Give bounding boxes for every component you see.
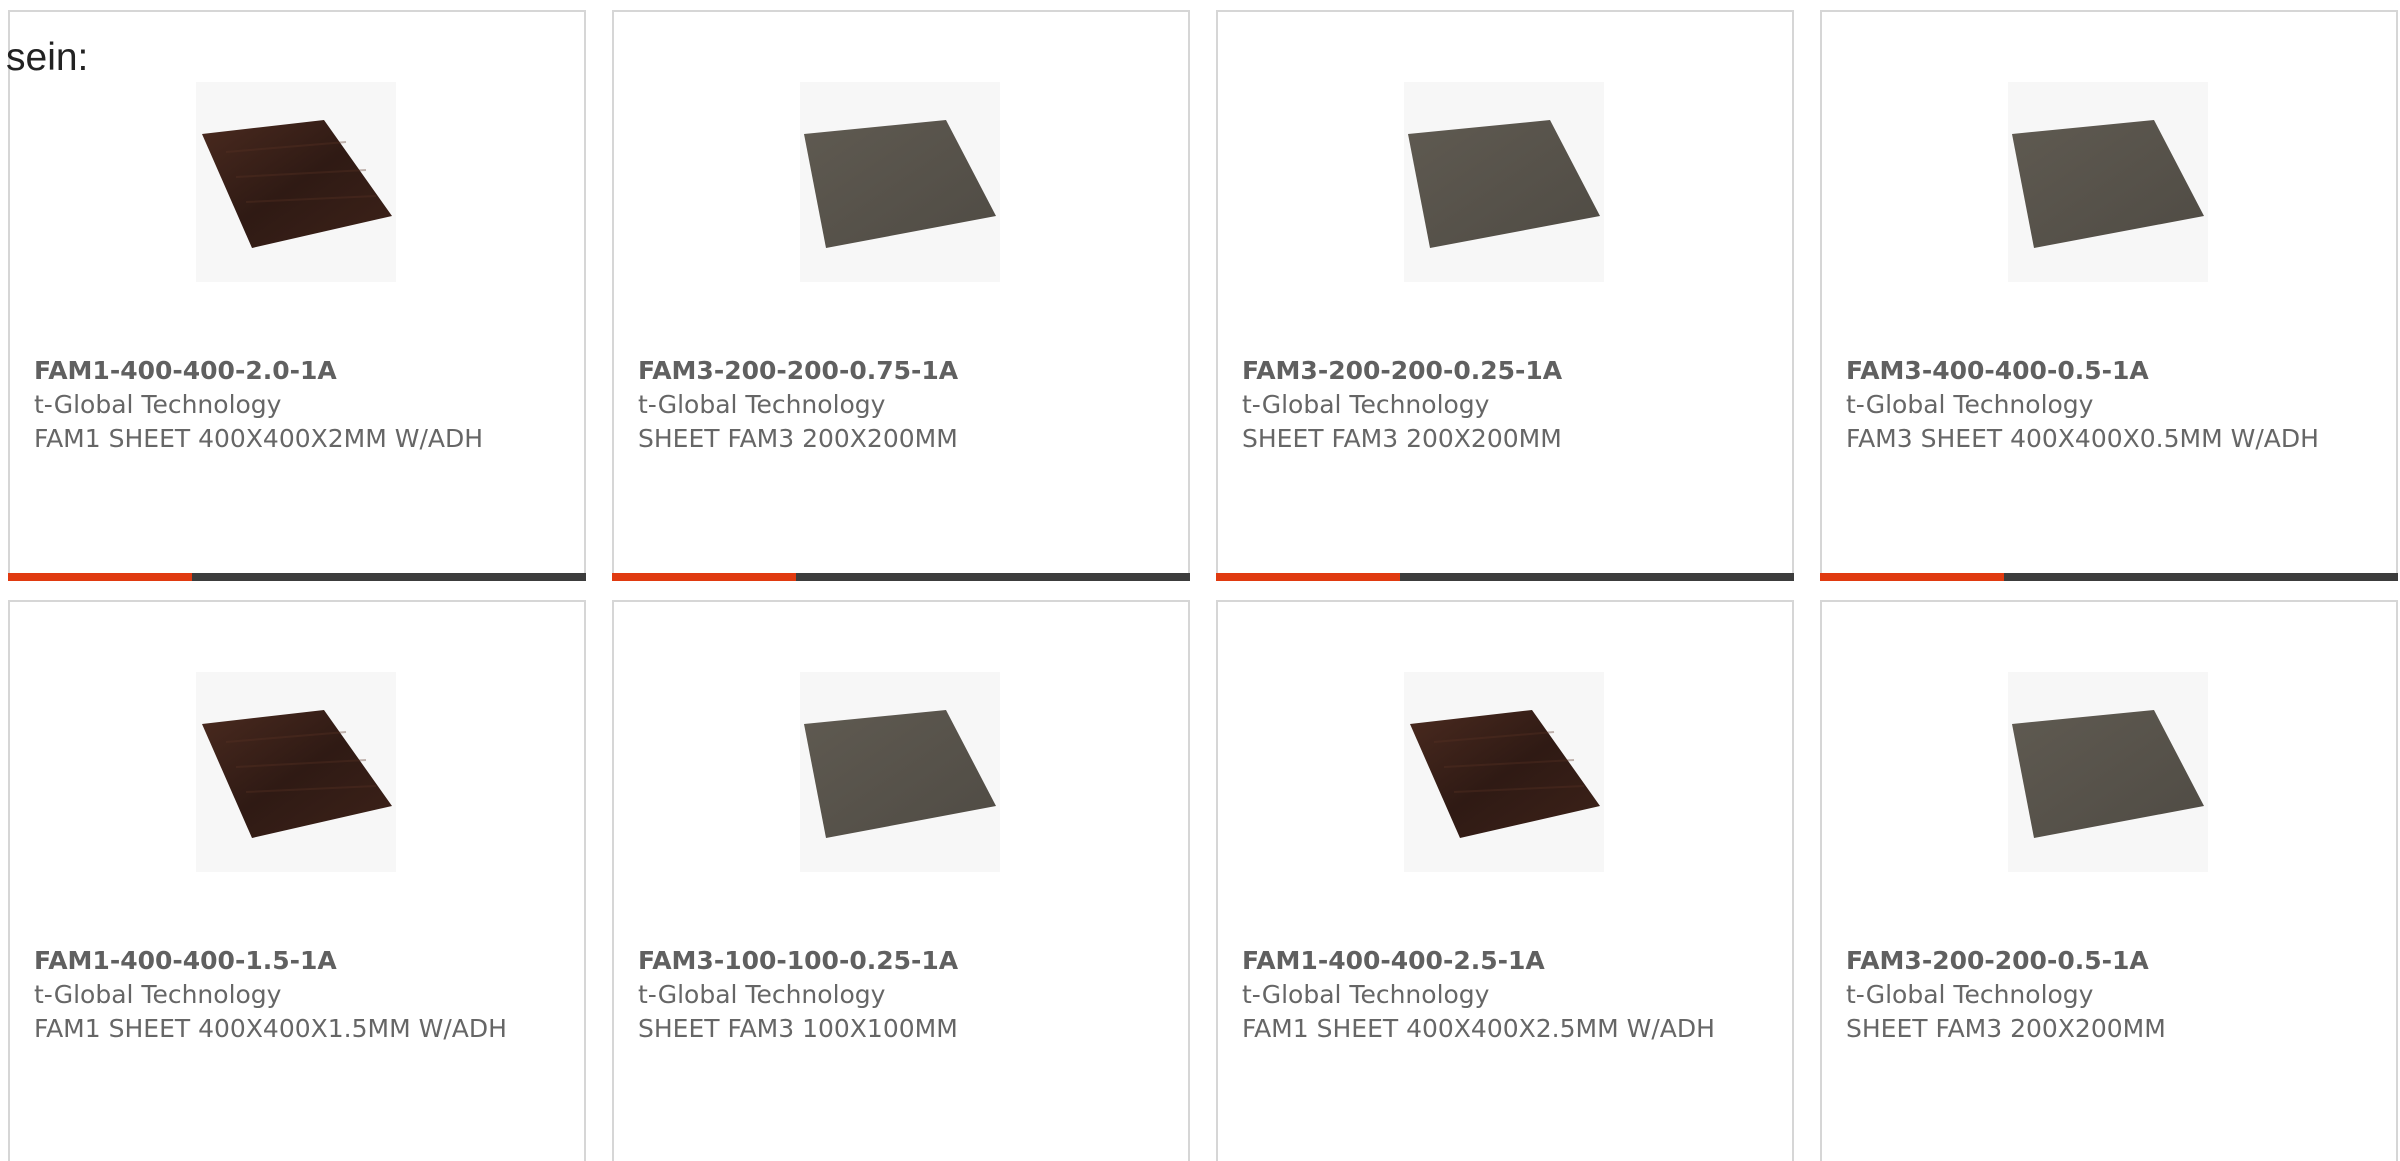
part-number[interactable]: FAM3-400-400-0.5-1A [1846,354,2366,388]
part-number[interactable]: FAM1-400-400-2.0-1A [34,354,554,388]
product-thumbnail[interactable] [800,82,1000,282]
product-card[interactable]: FAM3-200-200-0.75-1A t-Global Technology… [612,10,1190,581]
product-info: FAM1-400-400-1.5-1A t-Global Technology … [34,944,554,1046]
card-accent-bar [1820,573,2398,581]
fam3-sheet-image [2012,120,2204,248]
intro-text: sein: [6,36,89,79]
accent-segment [1216,573,1400,581]
product-thumbnail[interactable] [800,672,1000,872]
manufacturer: t-Global Technology [1242,390,1490,419]
accent-segment [612,573,796,581]
product-info: FAM3-200-200-0.5-1A t-Global Technology … [1846,944,2366,1046]
product-description: FAM1 SHEET 400X400X2MM W/ADH [34,424,484,453]
product-info: FAM3-400-400-0.5-1A t-Global Technology … [1846,354,2366,456]
manufacturer: t-Global Technology [638,980,886,1009]
product-description: FAM3 SHEET 400X400X0.5MM W/ADH [1846,424,2319,453]
product-card[interactable]: FAM3-100-100-0.25-1A t-Global Technology… [612,600,1190,1161]
product-thumbnail[interactable] [2008,672,2208,872]
product-description: FAM1 SHEET 400X400X1.5MM W/ADH [34,1014,507,1043]
product-card[interactable]: FAM3-400-400-0.5-1A t-Global Technology … [1820,10,2398,581]
card-accent-bar [612,573,1190,581]
product-grid: FAM1-400-400-2.0-1A t-Global Technology … [0,0,2400,1161]
product-description: SHEET FAM3 200X200MM [1242,424,1562,453]
fam3-sheet-image [2012,710,2204,838]
product-info: FAM3-200-200-0.75-1A t-Global Technology… [638,354,1158,456]
fam1-sheet-image [202,120,392,248]
product-thumbnail[interactable] [2008,82,2208,282]
accent-segment [1820,573,2004,581]
product-card[interactable]: FAM1-400-400-2.0-1A t-Global Technology … [8,10,586,581]
card-accent-bar [8,573,586,581]
product-thumbnail[interactable] [196,82,396,282]
product-info: FAM3-100-100-0.25-1A t-Global Technology… [638,944,1158,1046]
part-number[interactable]: FAM3-200-200-0.5-1A [1846,944,2366,978]
product-listing-page: sein: FAM1-400-400-2.0-1A t-Global Techn… [0,0,2400,1161]
fam1-sheet-image [202,710,392,838]
part-number[interactable]: FAM3-200-200-0.75-1A [638,354,1158,388]
manufacturer: t-Global Technology [638,390,886,419]
fam3-sheet-image [804,710,996,838]
product-description: FAM1 SHEET 400X400X2.5MM W/ADH [1242,1014,1715,1043]
manufacturer: t-Global Technology [34,390,282,419]
product-description: SHEET FAM3 200X200MM [1846,1014,2166,1043]
product-card[interactable]: FAM1-400-400-2.5-1A t-Global Technology … [1216,600,1794,1161]
product-thumbnail[interactable] [196,672,396,872]
product-thumbnail[interactable] [1404,672,1604,872]
product-info: FAM1-400-400-2.5-1A t-Global Technology … [1242,944,1762,1046]
manufacturer: t-Global Technology [1242,980,1490,1009]
part-number[interactable]: FAM1-400-400-2.5-1A [1242,944,1762,978]
part-number[interactable]: FAM3-100-100-0.25-1A [638,944,1158,978]
manufacturer: t-Global Technology [1846,980,2094,1009]
product-info: FAM3-200-200-0.25-1A t-Global Technology… [1242,354,1762,456]
product-description: SHEET FAM3 100X100MM [638,1014,958,1043]
product-thumbnail[interactable] [1404,82,1604,282]
fam3-sheet-image [804,120,996,248]
product-card[interactable]: FAM3-200-200-0.25-1A t-Global Technology… [1216,10,1794,581]
manufacturer: t-Global Technology [1846,390,2094,419]
product-description: SHEET FAM3 200X200MM [638,424,958,453]
product-card[interactable]: FAM3-200-200-0.5-1A t-Global Technology … [1820,600,2398,1161]
part-number[interactable]: FAM1-400-400-1.5-1A [34,944,554,978]
fam1-sheet-image [1410,710,1600,838]
product-info: FAM1-400-400-2.0-1A t-Global Technology … [34,354,554,456]
card-accent-bar [1216,573,1794,581]
fam3-sheet-image [1408,120,1600,248]
accent-segment [8,573,192,581]
product-card[interactable]: FAM1-400-400-1.5-1A t-Global Technology … [8,600,586,1161]
part-number[interactable]: FAM3-200-200-0.25-1A [1242,354,1762,388]
manufacturer: t-Global Technology [34,980,282,1009]
